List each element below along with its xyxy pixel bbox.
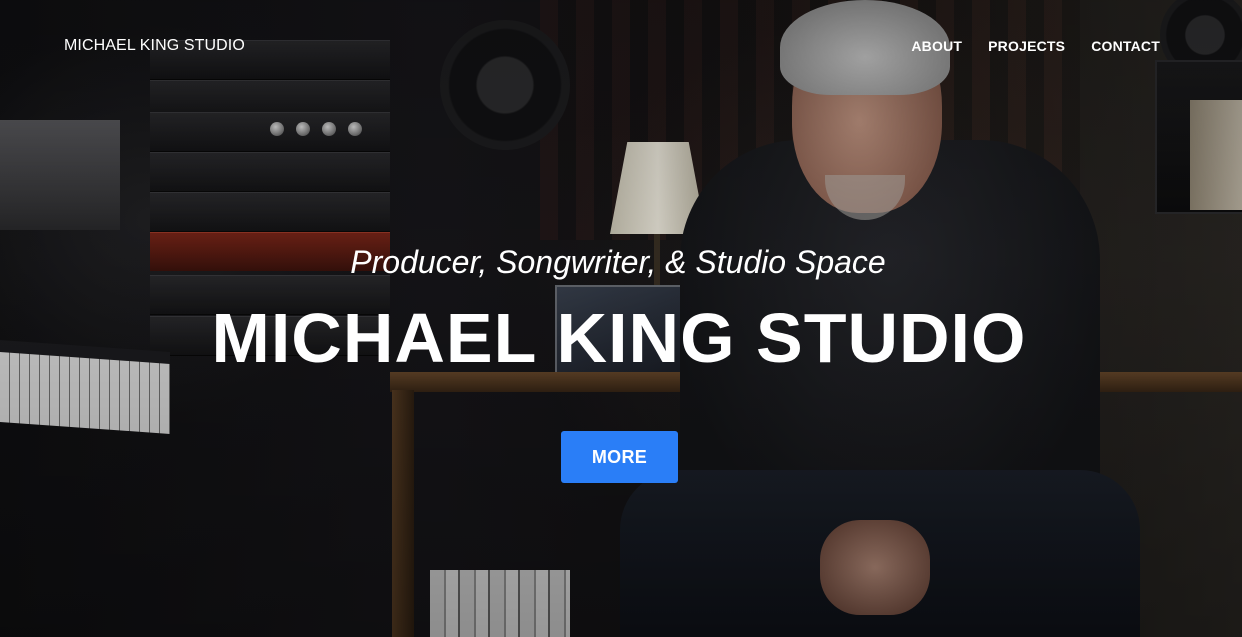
nav-links: ABOUT PROJECTS CONTACT	[911, 38, 1160, 54]
hero-title: MICHAEL KING STUDIO	[211, 299, 1027, 377]
nav-link-about[interactable]: ABOUT	[911, 38, 962, 54]
nav-link-projects[interactable]: PROJECTS	[988, 38, 1065, 54]
top-navbar: MICHAEL KING STUDIO ABOUT PROJECTS CONTA…	[0, 0, 1242, 90]
more-button[interactable]: MORE	[561, 431, 678, 483]
hero-content: Producer, Songwriter, & Studio Space MIC…	[0, 240, 1242, 378]
nav-link-contact[interactable]: CONTACT	[1091, 38, 1160, 54]
hero-section: MICHAEL KING STUDIO ABOUT PROJECTS CONTA…	[0, 0, 1242, 637]
brand-logo-link[interactable]: MICHAEL KING STUDIO	[64, 37, 245, 55]
hero-subtitle: Producer, Songwriter, & Studio Space	[350, 244, 886, 280]
